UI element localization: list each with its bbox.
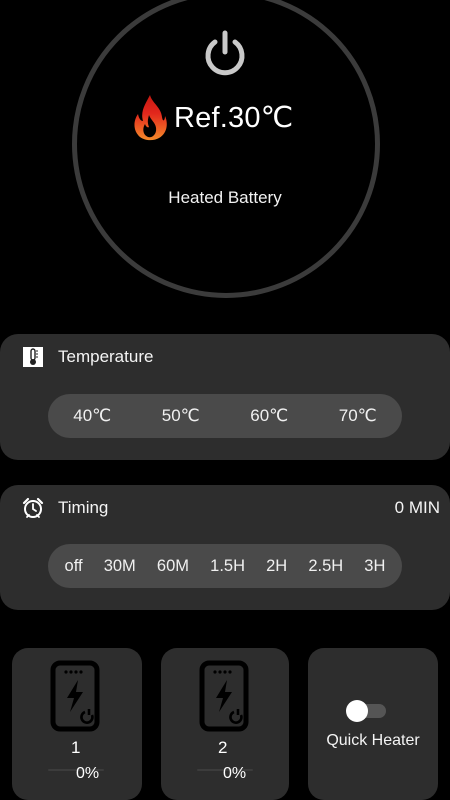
temp-option-40[interactable]: 40℃ <box>73 406 111 426</box>
thermometer-icon <box>23 347 43 367</box>
temp-option-50[interactable]: 50℃ <box>162 406 200 426</box>
timing-panel: Timing 0 MIN off 30M 60M 1.5H 2H 2.5H 3H <box>0 485 450 610</box>
reference-temperature: Ref.30℃ <box>132 92 293 142</box>
temperature-options: 40℃ 50℃ 60℃ 70℃ <box>48 394 402 438</box>
timing-value: 0 MIN <box>394 498 440 517</box>
quick-heater-label: Quick Heater <box>326 732 420 749</box>
timing-option-off[interactable]: off <box>65 557 83 576</box>
timing-title: Timing <box>58 498 109 517</box>
toggle-knob <box>346 700 368 722</box>
battery-number: 1 <box>71 738 81 757</box>
timing-option-2h[interactable]: 2H <box>266 557 287 576</box>
timing-option-2-5h[interactable]: 2.5H <box>308 557 343 576</box>
device-label: Heated Battery <box>168 188 282 207</box>
temperature-title: Temperature <box>58 347 154 366</box>
quick-heater-card: Quick Heater <box>308 648 438 800</box>
temperature-panel: Temperature 40℃ 50℃ 60℃ 70℃ <box>0 334 450 460</box>
timing-option-30m[interactable]: 30M <box>104 557 136 576</box>
temp-option-70[interactable]: 70℃ <box>339 406 377 426</box>
battery-percent: 0% <box>76 765 100 782</box>
battery-percent: 0% <box>223 765 247 782</box>
timing-option-3h[interactable]: 3H <box>364 557 385 576</box>
quick-heater-toggle[interactable] <box>346 700 388 722</box>
flame-icon <box>134 95 167 141</box>
timing-options: off 30M 60M 1.5H 2H 2.5H 3H <box>48 544 402 588</box>
timing-option-60m[interactable]: 60M <box>157 557 189 576</box>
reference-temperature-label: Ref.30℃ <box>174 101 294 134</box>
battery-card-2[interactable]: 2 0% <box>161 648 289 800</box>
power-icon[interactable] <box>202 30 248 78</box>
alarm-clock-icon <box>22 497 44 518</box>
battery-card-1[interactable]: 1 0% <box>12 648 142 800</box>
timing-option-1-5h[interactable]: 1.5H <box>210 557 245 576</box>
temp-option-60[interactable]: 60℃ <box>250 406 288 426</box>
battery-charging-icon <box>50 660 100 732</box>
battery-charging-icon <box>199 660 249 732</box>
battery-number: 2 <box>218 738 228 757</box>
